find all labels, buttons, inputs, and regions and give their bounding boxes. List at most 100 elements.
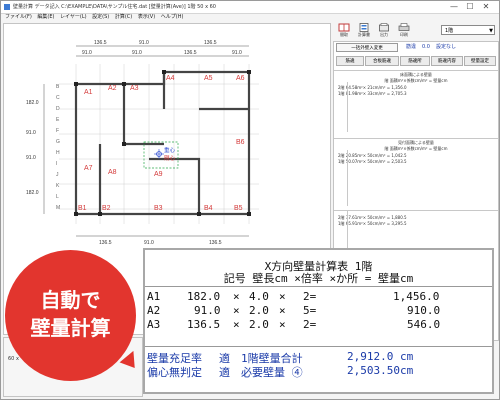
wall-label: A6 [236, 75, 245, 82]
dimension-label: 136.5 [204, 40, 217, 46]
projected-area-line: 1階 65.91m²× 50cm/m² = 3,295.5 [338, 221, 407, 226]
dimension-label: 91.0 [132, 50, 142, 56]
bulk-wall-change-button[interactable]: 一括外壁入変更 [336, 43, 398, 52]
dimension-lines [43, 45, 249, 237]
dimension-label: 91.0 [232, 50, 242, 56]
summary-item: 必要壁量 ④ [241, 366, 303, 379]
tab-wall-setting[interactable]: 壁量設定 [464, 56, 496, 66]
row-result: 910.0 [407, 304, 441, 317]
close-button[interactable]: ✕ [479, 1, 493, 13]
summary-value: 2,503.50cm [347, 364, 414, 377]
row-op: × [233, 304, 240, 317]
calc-report-button[interactable]: 計算書 [356, 23, 372, 41]
row-code: A2 [147, 304, 161, 317]
projected-area-line: 2階 20.85m²× 50cm/m² = 1,042.5 [338, 153, 407, 158]
output-label: 出力 [380, 32, 388, 37]
floorplan-label: 間取 [340, 32, 348, 37]
row-code: A3 [147, 318, 161, 331]
summary-status: 適 [219, 366, 230, 379]
dimensions-second: 91.0 91.0 136.5 91.0 [82, 50, 242, 56]
menu-layer[interactable]: レイヤー(L) [60, 14, 87, 20]
grid-letters: BCDEFGHIJKLM [56, 84, 60, 211]
maximize-button[interactable]: ☐ [463, 1, 477, 13]
menu-calc[interactable]: 計算(C) [115, 14, 132, 20]
projected-area-box-2: 2階 37.61m²× 50cm/m² = 1,880.5 1階 65.91m²… [334, 210, 498, 251]
dimensions-left: 182.0 91.0 91.0 182.0 [26, 100, 39, 196]
calc-report-icon [359, 23, 369, 32]
wall-calc-table: X方向壁量計算表 1階 記号 壁長cm ×倍率 ×か所 = 壁量cm A1 18… [143, 248, 494, 394]
wall-label: B3 [154, 205, 163, 212]
menu-file[interactable]: ファイル(F) [5, 14, 32, 20]
walls [74, 70, 251, 216]
tab-brace-location[interactable]: 筋違所 [400, 56, 430, 66]
dimension-label: 91.0 [139, 40, 149, 46]
tab-plywood-brace[interactable]: 合板筋違 [365, 56, 399, 66]
grid-letter: J [56, 172, 59, 178]
center-of-rigidity-label: 剛心 [164, 154, 176, 162]
grid-letter: E [56, 117, 60, 123]
dimension-label: 182.0 [26, 100, 39, 106]
menu-view[interactable]: 表示(V) [138, 14, 155, 20]
toolbar: 間取 計算書 出力 印刷 1階 ▼ [334, 23, 497, 41]
row-rate: 4.0 [249, 290, 269, 303]
row-count: 2= [303, 290, 317, 303]
wall-label: A9 [154, 171, 163, 178]
floor-area-subheader: 階 面積m²×係数cm/m² = 壁量cm [384, 78, 448, 83]
dimension-label: 136.5 [99, 240, 112, 246]
right-panel-header: 一括外壁入変更 筋違 0.0 設定なし [334, 42, 498, 52]
divider [145, 346, 492, 347]
row-length: 91.0 [194, 304, 221, 317]
floor-select[interactable]: 1階 ▼ [441, 25, 495, 35]
row-length: 136.5 [187, 318, 221, 331]
status-text: 60 x [8, 356, 19, 362]
row-code: A1 [147, 290, 161, 303]
printer-icon [398, 23, 410, 31]
grid-letter: H [56, 150, 60, 156]
grid-letter: F [56, 128, 59, 134]
dimension-label: 136.5 [184, 50, 197, 56]
grid-letter: G [56, 139, 60, 145]
wall-label: A8 [108, 169, 117, 176]
dimension-label: 136.5 [209, 240, 222, 246]
minimize-button[interactable]: — [447, 1, 461, 13]
menu-settings[interactable]: 設定(S) [92, 14, 109, 20]
dimension-label: 91.0 [26, 155, 36, 161]
divider [347, 210, 348, 248]
summary-value: 2,912.0 cm [347, 350, 414, 363]
row-rate: 2.0 [249, 318, 269, 331]
projected-area-line: 1階 50.07m²× 50cm/m² = 2,503.5 [338, 159, 407, 164]
print-button[interactable]: 印刷 [396, 23, 412, 41]
tab-brace-content[interactable]: 筋違内容 [431, 56, 463, 66]
row-op: × [279, 304, 286, 317]
badge-line-1: 自動で [40, 288, 101, 312]
calc-table-columns: 記号 壁長cm ×倍率 ×か所 = 壁量cm [223, 272, 414, 285]
feature-badge: 自動で 壁量計算 [5, 250, 136, 381]
output-icon [379, 23, 389, 32]
row-op: × [279, 318, 286, 331]
chevron-down-icon: ▼ [489, 28, 493, 34]
wall-label: A7 [84, 165, 93, 172]
app-icon [4, 4, 10, 10]
grid-letter: B [56, 84, 60, 90]
grid-letter: M [56, 205, 60, 211]
row-op: × [233, 318, 240, 331]
row-rate: 2.0 [249, 304, 269, 317]
dimension-label: 136.5 [94, 40, 107, 46]
tab-brace[interactable]: 筋違 [336, 56, 364, 66]
print-label: 印刷 [400, 32, 408, 37]
floor-area-box: 床面積による壁量 階 面積m²×係数cm/m² = 壁量cm 2階 64.58m… [334, 70, 498, 133]
summary-label: 偏心無判定 [147, 366, 202, 379]
badge-line-2: 壁量計算 [30, 316, 111, 340]
projected-area-subheader: 階 面積m²×係数cm/m² = 壁量cm [384, 146, 448, 151]
row-result: 546.0 [407, 318, 441, 331]
wall-label: B6 [236, 139, 245, 146]
divider [347, 150, 348, 206]
wall-label: B4 [204, 205, 213, 212]
menu-help[interactable]: ヘルプ(H) [161, 14, 184, 20]
grid-letter: L [56, 194, 59, 200]
menu-edit[interactable]: 編集(E) [37, 14, 54, 20]
wall-label: A3 [130, 85, 139, 92]
grid-letter: I [56, 161, 57, 167]
floorplan-button[interactable]: 間取 [336, 23, 352, 41]
output-button[interactable]: 出力 [376, 23, 392, 41]
